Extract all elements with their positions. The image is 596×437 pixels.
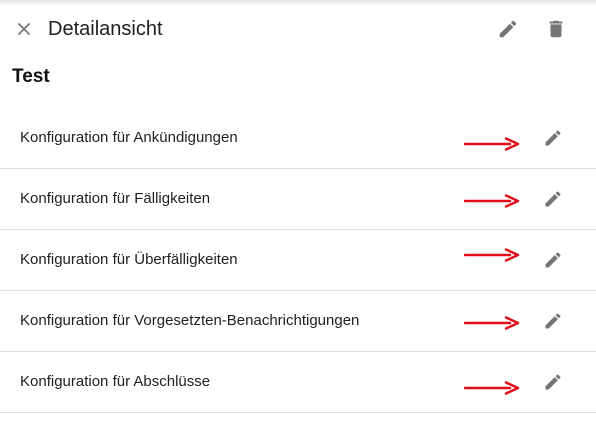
list-item-label: Konfiguration für Abschlüsse	[20, 373, 211, 390]
configuration-list: Konfiguration für Ankündigungen Konfigur…	[0, 108, 596, 413]
list-item-label: Konfiguration für Fälligkeiten	[20, 190, 211, 207]
annotation-arrow-icon	[464, 137, 520, 151]
section-title: Test	[12, 66, 50, 87]
list-item-label: Konfiguration für Überfälligkeiten	[20, 251, 238, 268]
close-button[interactable]	[14, 19, 34, 39]
list-item-label: Konfiguration für Vorgesetzten-Benachric…	[20, 312, 360, 329]
pencil-icon	[543, 189, 563, 209]
annotation-arrow-icon	[464, 316, 520, 330]
pencil-icon	[543, 372, 563, 392]
trash-icon	[545, 18, 567, 40]
list-item[interactable]: Konfiguration für Abschlüsse	[0, 352, 596, 413]
pencil-icon	[543, 311, 563, 331]
row-edit-button[interactable]	[543, 189, 563, 209]
close-icon	[14, 19, 34, 39]
pencil-icon	[543, 128, 563, 148]
delete-button[interactable]	[545, 18, 567, 40]
list-item-label: Konfiguration für Ankündigungen	[20, 129, 238, 146]
detail-header: Detailansicht	[0, 0, 596, 58]
annotation-arrow-icon	[464, 248, 520, 262]
row-edit-button[interactable]	[543, 128, 563, 148]
row-edit-button[interactable]	[543, 372, 563, 392]
list-item[interactable]: Konfiguration für Vorgesetzten-Benachric…	[0, 291, 596, 352]
edit-button[interactable]	[497, 18, 519, 40]
list-item[interactable]: Konfiguration für Überfälligkeiten	[0, 230, 596, 291]
annotation-arrow-icon	[464, 381, 520, 395]
list-item[interactable]: Konfiguration für Fälligkeiten	[0, 169, 596, 230]
row-edit-button[interactable]	[543, 311, 563, 331]
pencil-icon	[497, 18, 519, 40]
list-item[interactable]: Konfiguration für Ankündigungen	[0, 108, 596, 169]
row-edit-button[interactable]	[543, 250, 563, 270]
pencil-icon	[543, 250, 563, 270]
annotation-arrow-icon	[464, 194, 520, 208]
page-title: Detailansicht	[48, 18, 163, 40]
